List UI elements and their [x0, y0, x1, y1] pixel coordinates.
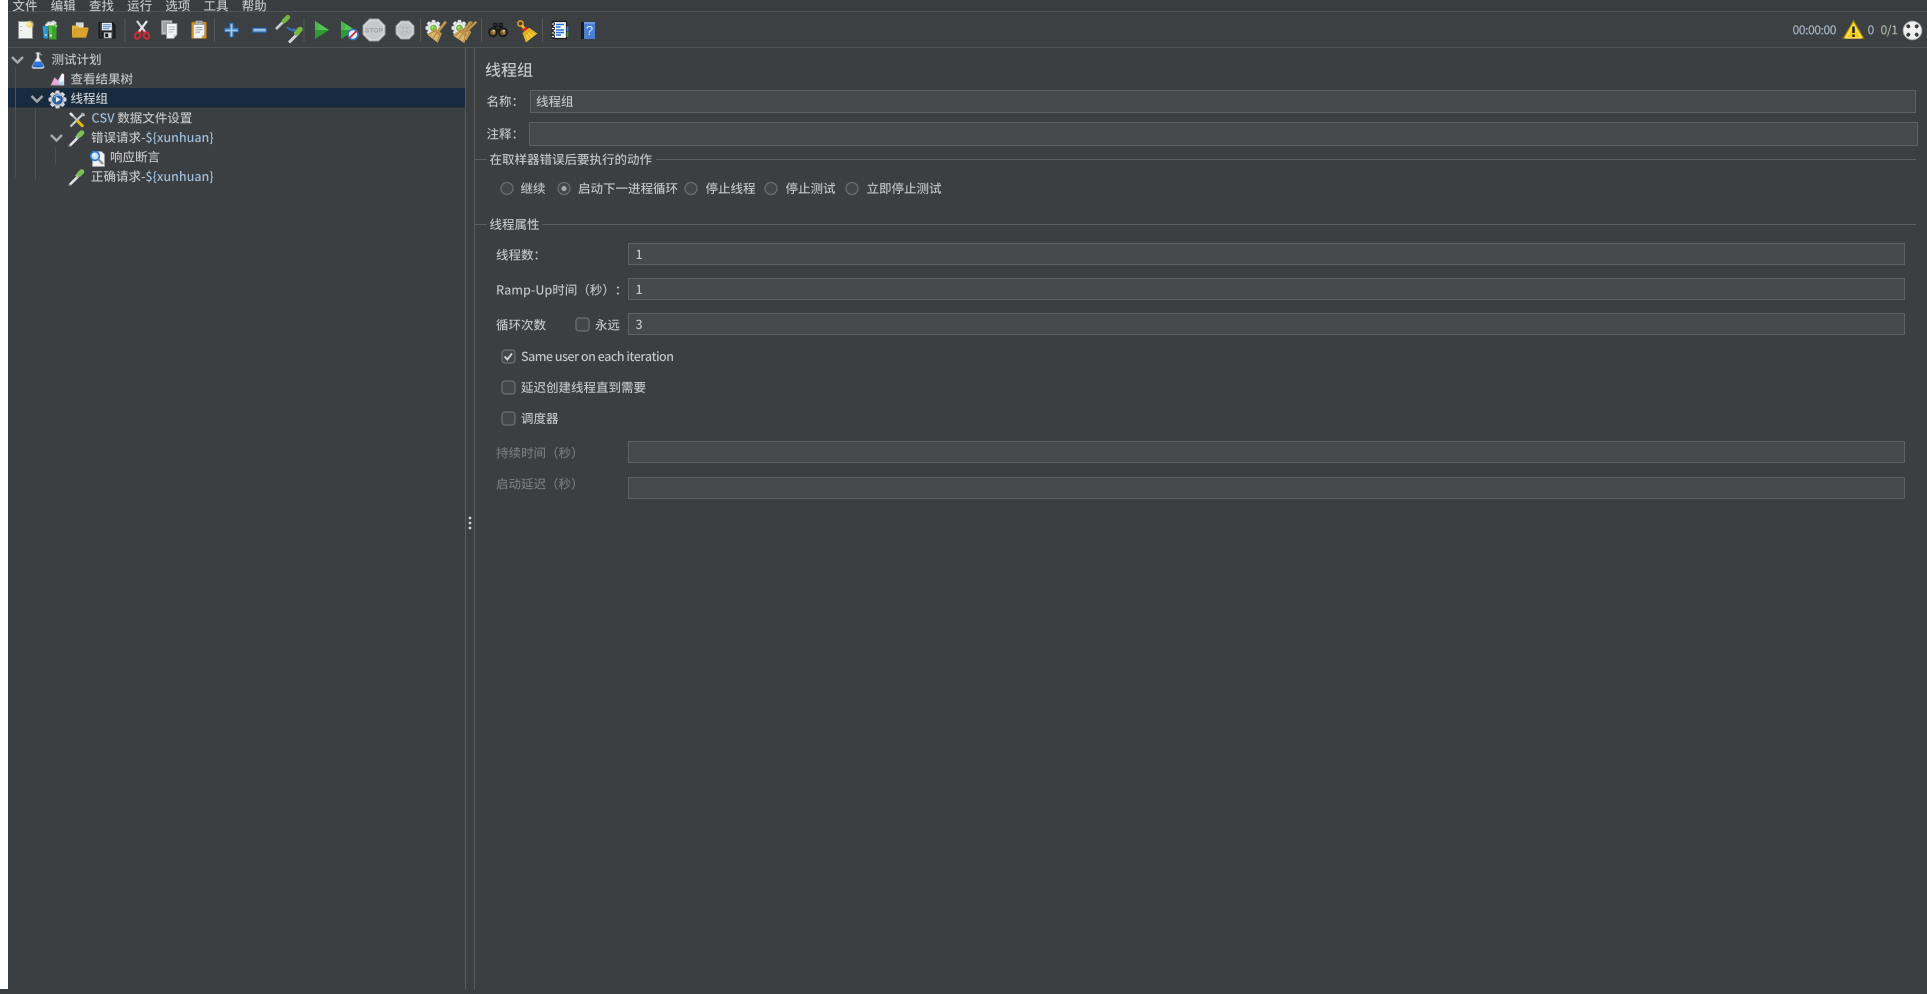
svg-text:STOP: STOP: [365, 28, 384, 35]
svg-text:?: ?: [586, 23, 593, 38]
